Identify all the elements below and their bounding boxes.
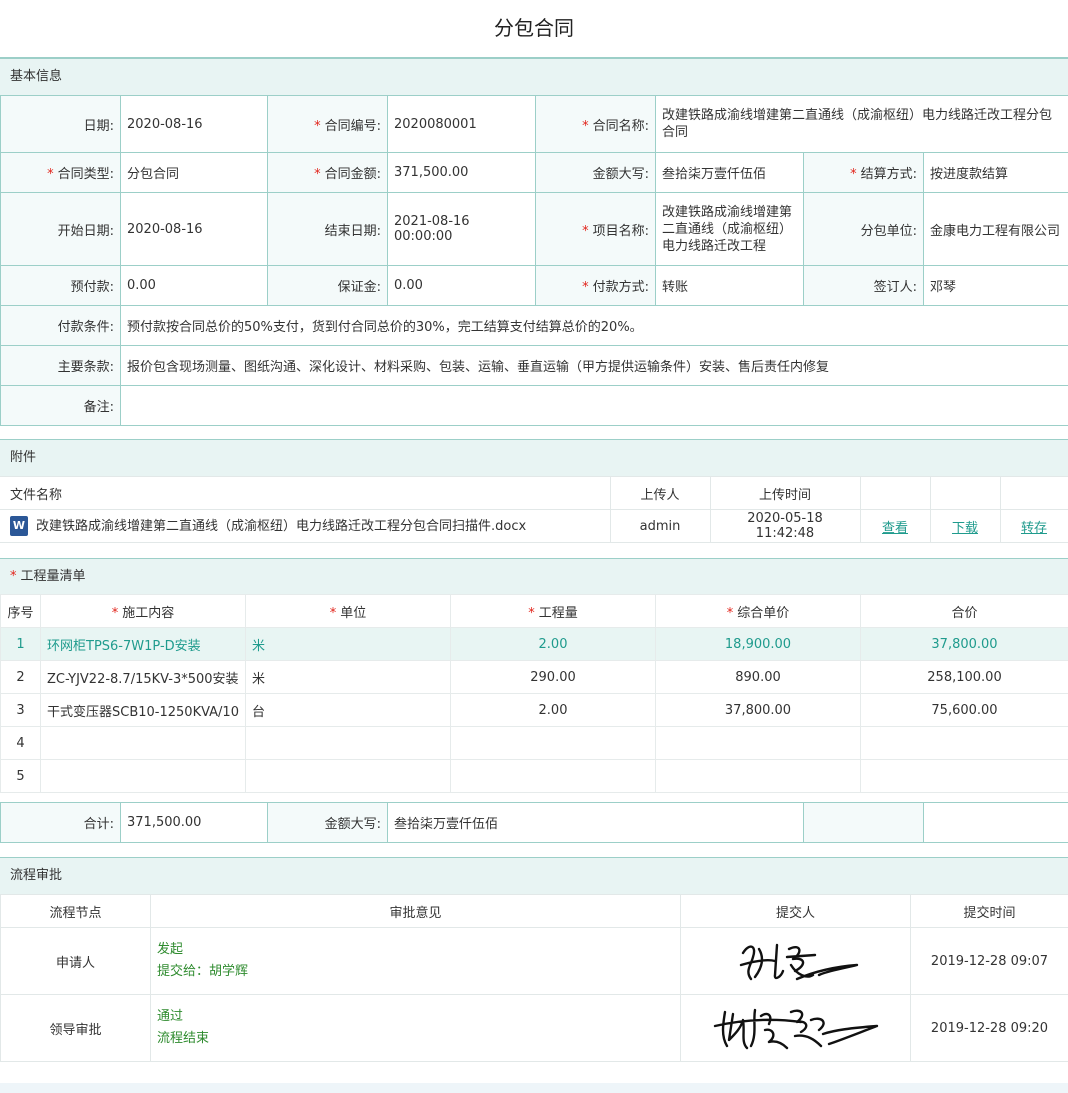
amount-upper-label: 金额大写: [535, 152, 656, 193]
table-row[interactable]: 2 ZC-YJV22-8.7/15KV-3*500安装 米 290.00 890… [0, 660, 1068, 694]
contract-no-label: 合同编号: [324, 118, 381, 134]
flow-row: 领导审批 通过 流程结束 2019-12-28 09:20 [0, 994, 1068, 1062]
view-link[interactable]: 查看 [882, 521, 908, 536]
col-price: 综合单价 [737, 605, 790, 621]
signature-image [739, 943, 858, 981]
flow-opinion-target: 流程结束 [157, 1031, 210, 1046]
col-total: 合价 [860, 594, 1068, 628]
flow-time: 2019-12-28 09:20 [910, 994, 1068, 1062]
col-file-name: 文件名称 [0, 476, 611, 510]
table-row[interactable]: 1 环网柜TPS6-7W1P-D安装 米 2.00 18,900.00 37,8… [0, 627, 1068, 661]
required-mark: * [314, 118, 321, 134]
col-node: 流程节点 [0, 894, 151, 928]
contract-type-label: 合同类型: [57, 167, 114, 182]
sub-unit-label: 分包单位: [803, 192, 924, 266]
section-flow: 流程审批 [0, 857, 1068, 895]
prepay-value: 0.00 [120, 265, 268, 306]
prepay-label: 预付款: [0, 265, 121, 306]
totals-table: 合计: 371,500.00 金额大写: 叁拾柒万壹仟伍佰 [0, 802, 1068, 843]
end-date-value: 2021-08-16 00:00:00 [387, 192, 536, 266]
pay-terms-value: 预付款按合同总价的50%支付，货到付合同总价的30%，完工结算支付结算总价的20… [119, 305, 1068, 346]
sum-value: 371,500.00 [120, 802, 268, 843]
required-mark: * [10, 569, 17, 584]
contract-name-value: 改建铁路成渝线增建第二直通线（成渝枢纽）电力线路迁改工程分包合同 [654, 95, 1068, 153]
signer-label: 签订人: [803, 265, 924, 306]
section-basic-info: 基本信息 [0, 58, 1068, 96]
download-link[interactable]: 下载 [952, 521, 978, 536]
pay-method-value: 转账 [655, 265, 804, 306]
pay-method-label: 付款方式: [592, 280, 649, 295]
end-date-label: 结束日期: [267, 192, 388, 266]
required-mark: * [582, 223, 589, 239]
table-row[interactable]: 3 干式变压器SCB10-1250KVA/10 台 2.00 37,800.00… [0, 693, 1068, 727]
flow-row: 申请人 发起 提交给：胡学辉 2019-12-28 09:07 [0, 927, 1068, 995]
save-link[interactable]: 转存 [1021, 521, 1047, 536]
settle-method-label: 结算方式: [860, 167, 917, 182]
sub-unit-value: 金康电力工程有限公司 [922, 192, 1068, 266]
signer-value: 邓琴 [922, 265, 1068, 306]
flow-node: 领导审批 [0, 994, 151, 1062]
remark-label: 备注: [0, 385, 121, 426]
page-title: 分包合同 [0, 0, 1068, 58]
contract-name-label: 合同名称: [592, 118, 649, 134]
required-mark: * [314, 167, 321, 182]
attachment-row: W 改建铁路成渝线增建第二直通线（成渝枢纽）电力线路迁改工程分包合同扫描件.doc… [0, 509, 1068, 543]
table-row[interactable]: 4 [0, 726, 1068, 760]
start-date-label: 开始日期: [0, 192, 121, 266]
word-doc-icon: W [10, 515, 28, 536]
col-submitter: 提交人 [680, 894, 911, 928]
settle-method-value: 按进度款结算 [922, 152, 1068, 193]
flow-opinion: 通过 [157, 1009, 184, 1024]
col-uploader: 上传人 [610, 476, 711, 510]
project-name-label: 项目名称: [592, 223, 649, 239]
date-label: 日期: [0, 95, 121, 153]
flow-opinion: 发起 [157, 942, 184, 957]
sum-label: 合计: [0, 802, 121, 843]
basic-info-table: 日期: 2020-08-16 * 合同编号: 2020080001 * 合同名称: … [0, 95, 1068, 426]
required-mark: * [582, 280, 589, 295]
flow-time: 2019-12-28 09:07 [910, 927, 1068, 995]
main-terms-value: 报价包含现场测量、图纸沟通、深化设计、材料采购、包装、运输、垂直运输（甲方提供运… [119, 345, 1068, 386]
sum-upper-value: 叁拾柒万壹仟伍佰 [387, 802, 804, 843]
col-opinion: 审批意见 [150, 894, 681, 928]
deposit-value: 0.00 [387, 265, 536, 306]
required-mark: * [47, 167, 54, 182]
section-quantities: * 工程量清单 [0, 558, 1068, 596]
flow-node: 申请人 [0, 927, 151, 995]
contract-type-value: 分包合同 [120, 152, 268, 193]
bottom-bar [0, 1083, 1068, 1093]
attachment-uploader: admin [610, 509, 711, 543]
required-mark: * [582, 118, 589, 134]
attachment-file-name: 改建铁路成渝线增建第二直通线（成渝枢纽）电力线路迁改工程分包合同扫描件.docx [36, 519, 527, 535]
attachment-time: 2020-05-18 11:42:48 [710, 509, 861, 543]
flow-table: 流程节点 审批意见 提交人 提交时间 申请人 发起 提交给：胡学辉 2019-1… [0, 894, 1068, 1062]
flow-opinion-target: 提交给：胡学辉 [157, 964, 249, 979]
section-attachments: 附件 [0, 439, 1068, 477]
amount-upper-value: 叁拾柒万壹仟伍佰 [655, 152, 804, 193]
col-content: 施工内容 [122, 605, 175, 621]
deposit-label: 保证金: [267, 265, 388, 306]
start-date-value: 2020-08-16 [120, 192, 268, 266]
col-submit-time: 提交时间 [910, 894, 1068, 928]
attachments-table: 文件名称 上传人 上传时间 W 改建铁路成渝线增建第二直通线（成渝枢纽）电力线路迁… [0, 476, 1068, 543]
date-value: 2020-08-16 [120, 95, 268, 153]
signature-image [713, 1008, 878, 1050]
quantities-table: 序号 * 施工内容 * 单位 * 工程量 * 综合单价 合价 1 环网柜TPS6-7W1… [0, 594, 1068, 793]
table-row[interactable]: 5 [0, 759, 1068, 793]
col-qty: 工程量 [538, 605, 578, 621]
sum-upper-label: 金额大写: [267, 802, 388, 843]
required-mark: * [850, 167, 857, 182]
contract-no-value: 2020080001 [387, 95, 536, 153]
contract-amount-value: 371,500.00 [387, 152, 536, 193]
col-no: 序号 [0, 594, 41, 628]
col-unit: 单位 [340, 605, 367, 621]
main-terms-label: 主要条款: [0, 345, 121, 386]
pay-terms-label: 付款条件: [0, 305, 121, 346]
remark-value [119, 385, 1068, 426]
contract-amount-label: 合同金额: [324, 167, 381, 182]
col-upload-time: 上传时间 [710, 476, 861, 510]
project-name-value: 改建铁路成渝线增建第二直通线（成渝枢纽）电力线路迁改工程 [655, 192, 804, 266]
